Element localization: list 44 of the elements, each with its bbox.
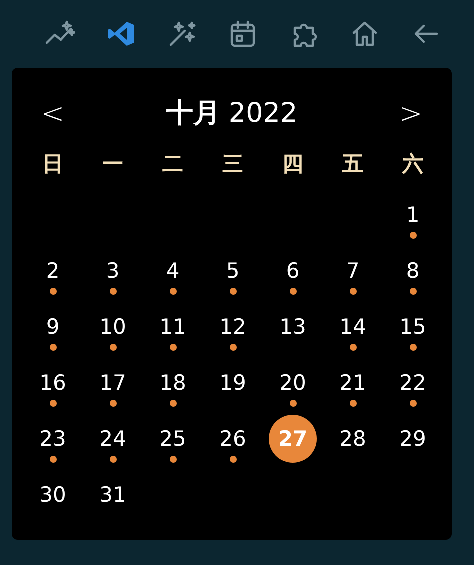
calendar-date[interactable]: 3 (106, 258, 120, 284)
calendar-date[interactable]: 2 (46, 258, 60, 284)
month-title: 十月 2022 (166, 97, 298, 131)
calendar-date[interactable]: 25 (160, 426, 186, 452)
calendar-date[interactable]: 10 (100, 314, 126, 340)
calendar-date[interactable]: 12 (220, 314, 246, 340)
calendar-date[interactable]: 5 (226, 258, 240, 284)
previous-month-button[interactable]: < (23, 91, 83, 135)
weekday-label: 六 (402, 151, 424, 178)
calendar-date[interactable]: 1 (406, 202, 420, 228)
calendar-date[interactable]: 7 (346, 258, 360, 284)
calendar-date[interactable]: 31 (100, 482, 126, 508)
magic-wand-icon[interactable] (167, 19, 197, 49)
next-month-button[interactable]: > (380, 91, 441, 135)
calendar-date[interactable]: 21 (340, 370, 366, 396)
home-icon[interactable] (350, 19, 380, 49)
calendar-date[interactable]: 6 (286, 258, 300, 284)
weekday-label: 二 (162, 151, 184, 178)
calendar-date[interactable]: 29 (400, 426, 426, 452)
calendar-date[interactable]: 22 (400, 370, 426, 396)
weekday-label: 五 (342, 151, 364, 178)
calendar-date[interactable]: 4 (166, 258, 180, 284)
calendar-date[interactable]: 23 (40, 426, 66, 452)
weekday-label: 一 (102, 151, 124, 178)
calendar-date[interactable]: 13 (280, 314, 306, 340)
calendar-date[interactable]: 14 (340, 314, 366, 340)
calendar-date[interactable]: 20 (280, 370, 306, 396)
calendar-date[interactable]: 17 (100, 370, 126, 396)
weekday-label: 日 (42, 151, 64, 178)
calendar-date[interactable]: 16 (40, 370, 66, 396)
calendar-date[interactable]: 11 (160, 314, 186, 340)
calendar-date[interactable]: 8 (406, 258, 420, 284)
calendar-icon[interactable] (228, 19, 258, 49)
weekday-label: 三 (222, 151, 244, 178)
calendar-date[interactable]: 18 (160, 370, 186, 396)
calendar-date[interactable]: 24 (100, 426, 126, 452)
calendar-date[interactable]: 19 (220, 370, 246, 396)
calendar-date[interactable]: 28 (340, 426, 366, 452)
calendar-date[interactable]: 26 (220, 426, 246, 452)
calendar-date[interactable]: 9 (46, 314, 60, 340)
calendar-date[interactable]: 30 (40, 482, 66, 508)
code-logo-icon[interactable] (106, 19, 136, 49)
calendar-date[interactable]: 15 (400, 314, 426, 340)
weekday-label: 四 (282, 151, 304, 178)
